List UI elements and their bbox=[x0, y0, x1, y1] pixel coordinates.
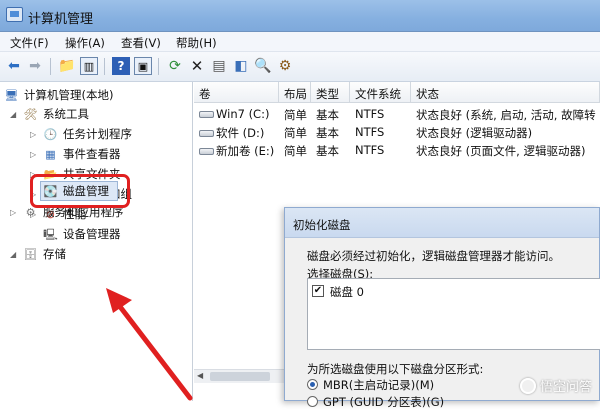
column-header-volume[interactable]: 卷 bbox=[194, 82, 279, 103]
volume-name[interactable]: Win7 (C:) bbox=[199, 107, 281, 123]
tree-label-storage: 存储 bbox=[43, 247, 66, 261]
scroll-thumb[interactable] bbox=[210, 372, 270, 381]
tree-item-system-tools[interactable]: ◢ 🛠 系统工具 bbox=[10, 105, 89, 123]
tree-item-root[interactable]: 🖥 计算机管理(本地) bbox=[4, 86, 114, 104]
disk-0-label: 磁盘 0 bbox=[330, 285, 364, 299]
watermark: 悟空问答 bbox=[519, 376, 592, 395]
menu-action[interactable]: 操作(A) bbox=[65, 35, 105, 51]
volume-filesystem: NTFS bbox=[355, 107, 385, 121]
show-hide-tree-icon[interactable]: ▥ bbox=[80, 57, 98, 75]
watermark-text: 悟空问答 bbox=[539, 380, 592, 395]
volume-name[interactable]: 新加卷 (E:) bbox=[199, 143, 281, 159]
export-icon[interactable]: ◧ bbox=[232, 57, 250, 75]
horizontal-scrollbar[interactable]: ◀ bbox=[194, 369, 286, 383]
volume-type: 基本 bbox=[316, 108, 339, 122]
tree-label-root: 计算机管理(本地) bbox=[24, 88, 114, 102]
volume-layout: 简单 bbox=[284, 108, 307, 122]
back-icon[interactable]: ⬅ bbox=[5, 57, 23, 75]
toolbar: ⬅ ➡ 📁 ▥ ? ▣ ⟳ ✕ ▤ ◧ 🔍 ⚙ bbox=[0, 52, 600, 82]
partition-style-label: 为所选磁盘使用以下磁盘分区形式: bbox=[307, 362, 484, 376]
volume-type: 基本 bbox=[316, 126, 339, 140]
volume-status: 状态良好 (页面文件, 逻辑驱动器) bbox=[416, 144, 586, 158]
disk-list[interactable]: ✔ 磁盘 0 bbox=[307, 278, 600, 350]
gpt-option-label: GPT (GUID 分区表)(G) bbox=[323, 395, 445, 409]
refresh-icon[interactable]: ⟳ bbox=[166, 57, 184, 75]
tree-label-device-manager: 设备管理器 bbox=[63, 227, 121, 241]
volume-filesystem: NTFS bbox=[355, 143, 385, 157]
disk-0-checkbox[interactable]: ✔ bbox=[312, 285, 324, 297]
dialog-title: 初始化磁盘 bbox=[293, 218, 351, 232]
dialog-title-bar[interactable]: 初始化磁盘 bbox=[285, 208, 599, 238]
help-icon[interactable]: ? bbox=[112, 57, 130, 75]
properties-icon[interactable]: ▤ bbox=[210, 57, 228, 75]
volume-status: 状态良好 (系统, 启动, 活动, 故障转 bbox=[416, 108, 596, 122]
storage-icon: 🗄 bbox=[23, 247, 38, 261]
volume-name[interactable]: 软件 (D:) bbox=[199, 125, 281, 141]
volume-layout: 简单 bbox=[284, 126, 307, 140]
event-viewer-icon: ▦ bbox=[45, 147, 56, 161]
tools-icon: 🛠 bbox=[23, 107, 38, 121]
search-icon[interactable]: 🔍 bbox=[254, 57, 272, 75]
collapse-icon[interactable]: ◢ bbox=[10, 110, 20, 119]
menu-help[interactable]: 帮助(H) bbox=[176, 35, 217, 51]
tree-label-task-scheduler: 任务计划程序 bbox=[63, 127, 132, 141]
computer-management-icon bbox=[6, 7, 23, 22]
tree-label-event-viewer: 事件查看器 bbox=[63, 147, 121, 161]
tree-item-device-manager[interactable]: 🖳 设备管理器 bbox=[43, 225, 121, 243]
menu-bar: 文件(F) 操作(A) 查看(V) 帮助(H) bbox=[0, 32, 600, 52]
column-header-type[interactable]: 类型 bbox=[311, 82, 350, 103]
console-icon[interactable]: ▣ bbox=[134, 57, 152, 75]
volume-filesystem: NTFS bbox=[355, 125, 385, 139]
volume-icon bbox=[199, 130, 214, 137]
column-header-layout[interactable]: 布局 bbox=[279, 82, 311, 103]
computer-icon: 🖥 bbox=[4, 88, 19, 102]
tree-item-storage[interactable]: ◢ 🗄 存储 bbox=[10, 245, 66, 263]
device-manager-icon: 🖳 bbox=[43, 227, 58, 241]
window-title: 计算机管理 bbox=[28, 12, 94, 27]
initialize-disk-dialog: 初始化磁盘 磁盘必须经过初始化，逻辑磁盘管理器才能访问。 选择磁盘(S): ✔ … bbox=[284, 207, 600, 409]
expand-icon[interactable]: ▷ bbox=[10, 208, 20, 217]
expand-icon[interactable]: ▷ bbox=[30, 130, 40, 139]
forward-icon[interactable]: ➡ bbox=[26, 57, 44, 75]
settings-icon[interactable]: ⚙ bbox=[276, 57, 294, 75]
navigation-tree: 🖥 计算机管理(本地) ◢ 🛠 系统工具 ▷ 🕒 任务计划程序 ▷ ▦ 事件查看… bbox=[0, 82, 193, 401]
tree-item-task-scheduler[interactable]: ▷ 🕒 任务计划程序 bbox=[30, 125, 132, 143]
tree-item-event-viewer[interactable]: ▷ ▦ 事件查看器 bbox=[30, 145, 121, 163]
column-header-status[interactable]: 状态 bbox=[411, 82, 600, 103]
highlight-ring bbox=[30, 174, 130, 208]
watermark-logo-icon bbox=[519, 377, 536, 394]
collapse-icon[interactable]: ◢ bbox=[10, 250, 20, 259]
expand-icon[interactable]: ▷ bbox=[30, 150, 40, 159]
up-icon[interactable]: 📁 bbox=[58, 57, 76, 75]
title-bar[interactable]: 计算机管理 bbox=[0, 0, 600, 32]
tree-label-system-tools: 系统工具 bbox=[43, 107, 89, 121]
menu-view[interactable]: 查看(V) bbox=[121, 35, 161, 51]
volume-layout: 简单 bbox=[284, 144, 307, 158]
volume-icon bbox=[199, 148, 214, 155]
dialog-message: 磁盘必须经过初始化，逻辑磁盘管理器才能访问。 bbox=[307, 249, 560, 263]
delete-icon[interactable]: ✕ bbox=[188, 57, 206, 75]
column-header-filesystem[interactable]: 文件系统 bbox=[350, 82, 411, 103]
scroll-left-icon[interactable]: ◀ bbox=[197, 371, 203, 380]
volume-type: 基本 bbox=[316, 144, 339, 158]
volume-icon bbox=[199, 111, 214, 118]
mbr-option-label: MBR(主启动记录)(M) bbox=[323, 378, 435, 392]
menu-file[interactable]: 文件(F) bbox=[10, 35, 49, 51]
gpt-radio[interactable] bbox=[307, 396, 318, 407]
clock-icon: 🕒 bbox=[43, 127, 58, 141]
mbr-radio[interactable] bbox=[307, 379, 318, 390]
volume-status: 状态良好 (逻辑驱动器) bbox=[416, 126, 533, 140]
